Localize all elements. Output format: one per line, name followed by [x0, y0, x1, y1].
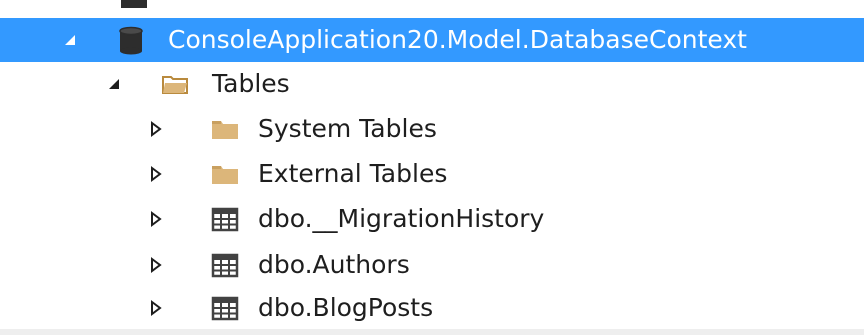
tree-node-external-tables[interactable]: External Tables	[0, 152, 864, 196]
tree-node-tables[interactable]: Tables	[0, 62, 864, 106]
tree-item-label: dbo.__MigrationHistory	[258, 204, 545, 233]
folder-open-icon	[162, 76, 188, 94]
chevron-collapsed-icon[interactable]	[148, 257, 164, 273]
chevron-collapsed-icon[interactable]	[148, 166, 164, 182]
tree-node-authors[interactable]: dbo.Authors	[0, 243, 864, 287]
folder-icon	[212, 166, 238, 184]
tree-item-label: External Tables	[258, 159, 448, 188]
database-icon	[121, 0, 147, 8]
tree-item-label: dbo.BlogPosts	[258, 293, 434, 322]
tree-item-label: dbo.Authors	[258, 250, 410, 279]
chevron-collapsed-icon[interactable]	[148, 211, 164, 227]
bottom-divider	[0, 329, 864, 335]
chevron-expanded-icon[interactable]	[106, 76, 122, 92]
chevron-expanded-icon[interactable]	[62, 32, 78, 48]
database-label: ConsoleApplication20.Model.DatabaseConte…	[168, 25, 747, 54]
tree-node-migration-history[interactable]: dbo.__MigrationHistory	[0, 197, 864, 241]
previous-node-partial	[0, 0, 864, 10]
tree-node-blogposts[interactable]: dbo.BlogPosts	[0, 286, 864, 330]
table-icon	[211, 207, 239, 232]
tree-node-system-tables[interactable]: System Tables	[0, 107, 864, 151]
table-icon	[211, 296, 239, 321]
server-explorer-tree: ConsoleApplication20.Model.DatabaseConte…	[0, 0, 864, 335]
table-icon	[211, 253, 239, 278]
chevron-collapsed-icon[interactable]	[148, 300, 164, 316]
chevron-collapsed-icon[interactable]	[148, 121, 164, 137]
tree-node-database[interactable]: ConsoleApplication20.Model.DatabaseConte…	[0, 18, 864, 62]
database-icon	[119, 26, 143, 55]
tree-item-label: System Tables	[258, 114, 437, 143]
folder-icon	[212, 121, 238, 139]
tables-label: Tables	[212, 69, 290, 98]
